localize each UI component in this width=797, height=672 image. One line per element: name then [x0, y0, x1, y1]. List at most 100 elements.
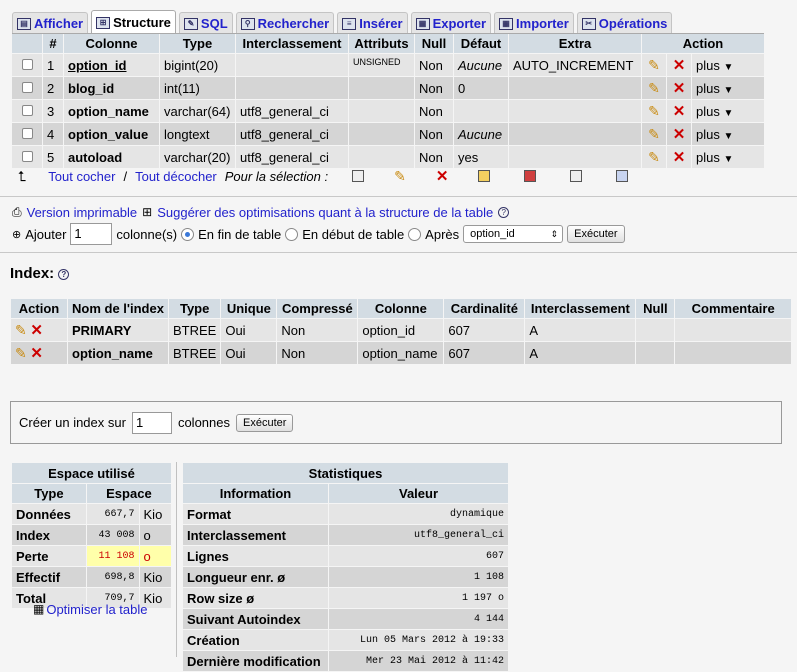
more-dropdown[interactable]: plus ▼ [692, 146, 764, 168]
stat-value: 607 [329, 546, 508, 566]
index-column: option_id [358, 319, 444, 341]
edit-icon[interactable]: ✎ [15, 345, 27, 361]
edit-icon[interactable]: ✎ [648, 103, 660, 119]
column-count-input[interactable]: 1 [70, 223, 113, 245]
edit-icon[interactable]: ✎ [15, 322, 27, 338]
table-row: 1 option_id bigint(20) UNSIGNED Non Aucu… [12, 54, 764, 76]
tab-label: Afficher [34, 16, 84, 31]
index-collation: A [525, 342, 636, 364]
browse-selected-icon[interactable] [352, 170, 365, 182]
print-view-link[interactable]: Version imprimable [27, 205, 138, 220]
execute-create-index-button[interactable]: Exécuter [236, 413, 294, 432]
header-default: Défaut [454, 34, 508, 53]
edit-selected-icon[interactable]: ✎ [394, 168, 406, 185]
space-value: 43 008 [86, 525, 139, 545]
tab-label: Opérations [598, 16, 668, 31]
after-column-select[interactable]: option_id [463, 225, 564, 243]
stat-info: Format [183, 504, 328, 524]
delete-selected-icon[interactable]: ✕ [436, 167, 449, 185]
delete-icon[interactable]: ✕ [673, 103, 686, 120]
tab-import[interactable]: ▦ Importer [494, 12, 574, 34]
more-dropdown[interactable]: plus ▼ [692, 54, 764, 76]
delete-icon[interactable]: ✕ [673, 126, 686, 143]
column-collation: utf8_general_ci [236, 146, 348, 168]
column-name: option_value [64, 123, 159, 145]
column-attributes [349, 100, 414, 122]
more-dropdown[interactable]: plus ▼ [692, 77, 764, 99]
table-row: Suivant Autoindex 4 144 [183, 609, 508, 629]
create-index-label: Créer un index sur [19, 415, 126, 430]
statistics-table: Statistiques Information Valeur Format dy… [182, 462, 509, 672]
execute-add-button[interactable]: Exécuter [567, 225, 625, 243]
table-row: 4 option_value longtext utf8_general_ci … [12, 123, 764, 145]
help-icon[interactable]: ? [58, 268, 70, 280]
column-null: Non [415, 100, 453, 122]
divider [0, 252, 797, 253]
print-icon: ⎙ [12, 204, 22, 219]
column-attributes: UNSIGNED [349, 54, 414, 76]
row-checkbox[interactable] [21, 150, 33, 162]
optimize-table-link[interactable]: Optimiser la table [46, 602, 147, 617]
table-row: 3 option_name varchar(64) utf8_general_c… [12, 100, 764, 122]
more-dropdown[interactable]: plus ▼ [692, 100, 764, 122]
more-label: plus [696, 57, 720, 73]
index-column-count-input[interactable]: 1 [131, 411, 172, 434]
tab-browse[interactable]: ▤ Afficher [12, 12, 89, 34]
end-of-table-radio[interactable] [181, 227, 195, 241]
delete-icon[interactable]: ✕ [30, 345, 43, 362]
check-all-link[interactable]: Tout cocher [48, 169, 115, 184]
export-icon: ▦ [415, 17, 430, 30]
table-row: Création Lun 05 Mars 2012 à 19:33 [183, 630, 508, 650]
fulltext-icon[interactable] [616, 170, 629, 182]
tab-export[interactable]: ▦ Exporter [410, 12, 492, 34]
edit-icon[interactable]: ✎ [648, 80, 660, 96]
stat-info: Dernière modification [183, 651, 328, 671]
columns-label: colonne(s) [116, 226, 178, 242]
stat-value: 4 144 [329, 609, 508, 629]
space-unit: o [139, 546, 171, 566]
tab-structure[interactable]: ⊞ Structure [91, 10, 176, 34]
index-icon[interactable] [570, 170, 583, 182]
header-collation: Interclassement [236, 34, 348, 53]
help-icon[interactable]: ? [498, 206, 510, 218]
tab-sql[interactable]: ✎ SQL [178, 12, 233, 34]
index-type: BTREE [169, 319, 221, 341]
delete-icon[interactable]: ✕ [30, 322, 43, 339]
structure-icon: ⊞ [96, 16, 111, 29]
edit-icon[interactable]: ✎ [648, 149, 660, 165]
primary-key-icon[interactable] [478, 170, 491, 182]
column-collation: utf8_general_ci [236, 100, 348, 122]
space-type: Effectif [12, 567, 86, 587]
row-checkbox[interactable] [21, 81, 33, 93]
more-dropdown[interactable]: plus ▼ [692, 123, 764, 145]
edit-icon[interactable]: ✎ [648, 57, 660, 73]
edit-icon[interactable]: ✎ [648, 126, 660, 142]
beginning-of-table-radio[interactable] [285, 227, 299, 241]
delete-icon[interactable]: ✕ [673, 57, 686, 74]
header-null: Null [636, 299, 675, 318]
tab-insert[interactable]: ≡ Insérer [337, 12, 408, 34]
delete-icon[interactable]: ✕ [673, 149, 686, 166]
dropdown-arrow-icon: ▼ [723, 84, 734, 96]
column-default: Aucune [454, 54, 508, 76]
column-extra [509, 123, 641, 145]
dropdown-arrow-icon: ▼ [723, 153, 734, 165]
delete-icon[interactable]: ✕ [673, 80, 686, 97]
uncheck-all-link[interactable]: Tout décocher [135, 169, 217, 184]
stat-value: 1 108 [329, 567, 508, 587]
optimize-link-row: ▦ Optimiser la table [33, 601, 148, 617]
tab-operations[interactable]: ✂ Opérations [576, 12, 673, 34]
row-checkbox[interactable] [21, 58, 33, 70]
table-row: 5 autoload varchar(20) utf8_general_ci N… [12, 146, 764, 168]
header-number: # [43, 34, 63, 53]
optimize-icon: ▦ [33, 602, 45, 616]
propose-structure-link[interactable]: Suggérer des optimisations quant à la st… [157, 205, 493, 220]
column-default [454, 100, 508, 122]
index-packed: Non [277, 342, 358, 364]
after-column-radio[interactable] [408, 227, 422, 241]
row-checkbox[interactable] [21, 104, 33, 116]
tab-search[interactable]: ⚲ Rechercher [235, 12, 335, 34]
unique-icon[interactable] [524, 170, 537, 182]
row-checkbox[interactable] [21, 127, 33, 139]
header-action: Action [642, 34, 764, 53]
